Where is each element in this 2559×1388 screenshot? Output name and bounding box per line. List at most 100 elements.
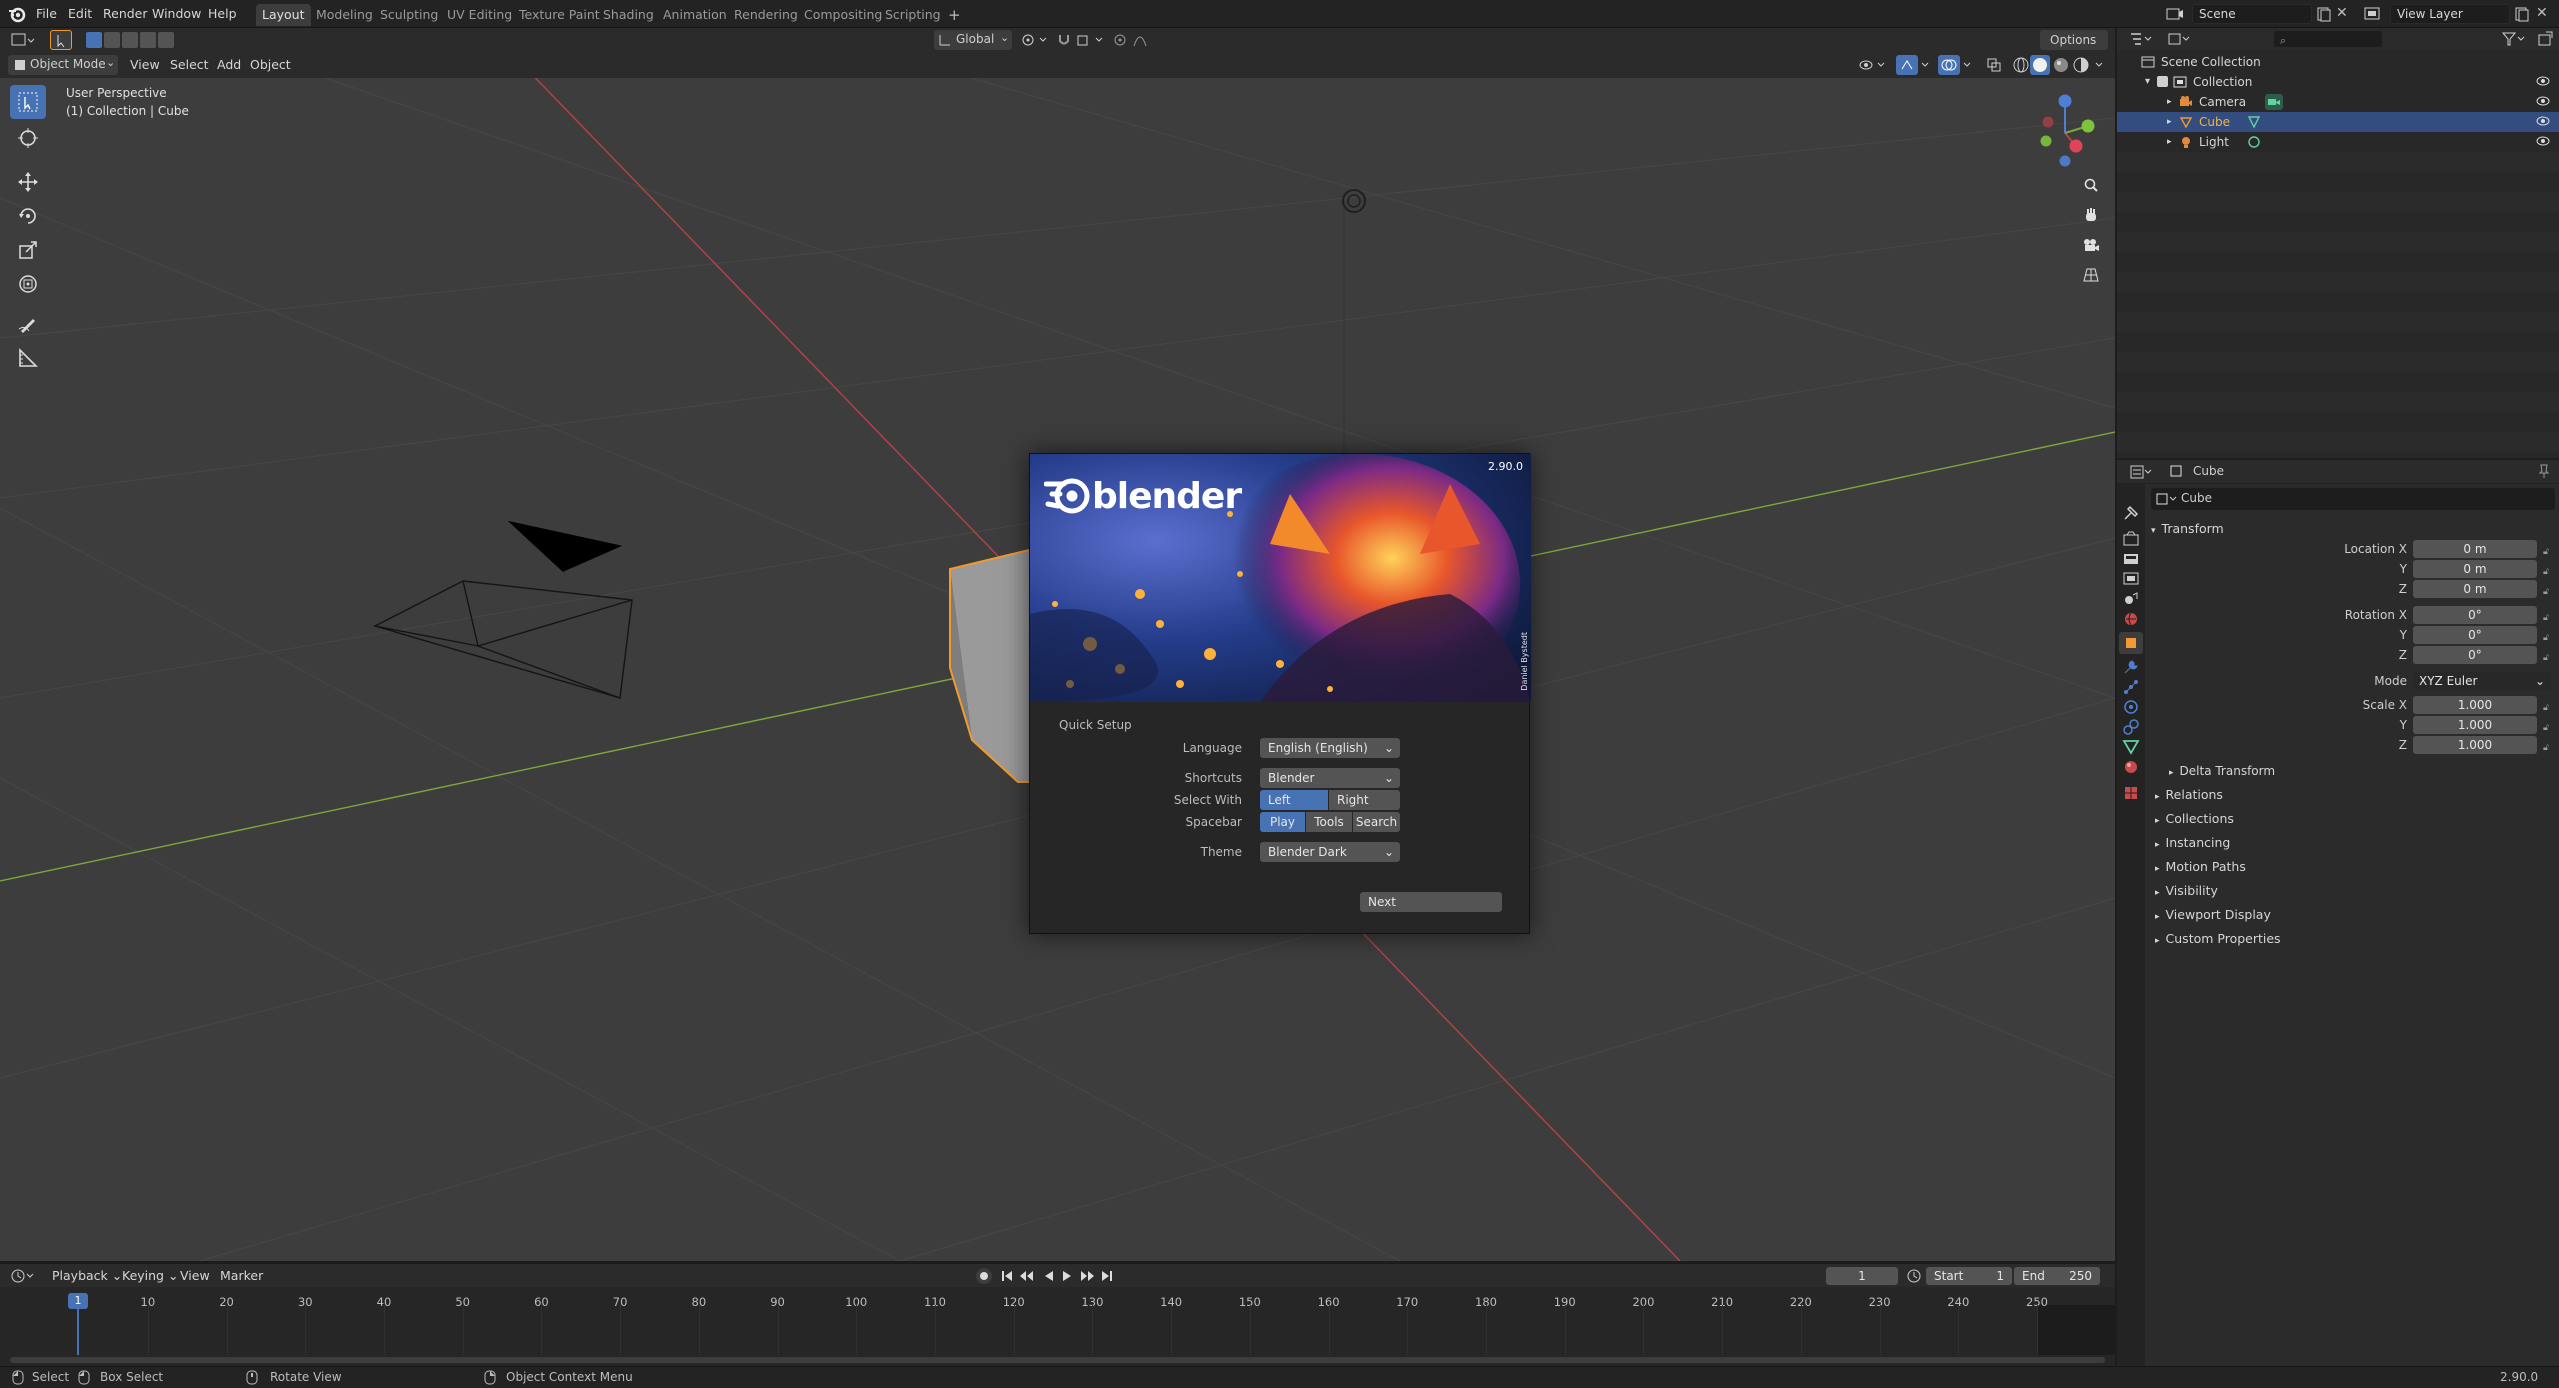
next-button[interactable]: Next (1360, 892, 1502, 912)
menu-add[interactable]: Add (213, 55, 245, 75)
menu-render[interactable]: Render (99, 4, 152, 24)
select-mode-new-icon[interactable] (86, 32, 102, 48)
menu-file[interactable]: File (32, 4, 61, 24)
delta-transform-header[interactable]: ▸ Delta Transform (2169, 760, 2275, 782)
new-collection-icon[interactable] (2537, 31, 2553, 47)
zoom-icon[interactable] (2080, 174, 2102, 196)
gizmo-toggle-icon[interactable] (1896, 55, 1918, 75)
outliner-camera[interactable]: ▸ Camera (2117, 92, 2559, 112)
output-tab-icon[interactable] (2122, 550, 2140, 568)
mesh-data-tab-icon[interactable] (2122, 738, 2140, 756)
camera-view-icon[interactable] (2080, 234, 2102, 256)
select-tool-icon[interactable] (50, 30, 72, 50)
select-with-left-button[interactable]: Left (1260, 790, 1328, 810)
rotation-y-field[interactable]: 0° (2413, 626, 2537, 644)
custom-properties-panel-header[interactable]: ▸ Custom Properties (2155, 928, 2281, 950)
view-layer-icon[interactable] (2364, 6, 2382, 22)
spacebar-tools-button[interactable]: Tools (1306, 812, 1352, 832)
z-axis-gizmo[interactable] (2058, 94, 2072, 108)
view-layer-tab-icon[interactable] (2122, 570, 2140, 588)
scene-tab-icon[interactable] (2122, 590, 2140, 608)
select-mode-extend-icon[interactable] (104, 32, 120, 48)
outliner-light[interactable]: ▸ Light (2117, 132, 2559, 152)
transform-orientation-dropdown[interactable]: Global ⌄ (934, 30, 1012, 50)
tab-layout[interactable]: Layout (256, 4, 311, 26)
texture-tab-icon[interactable] (2122, 784, 2140, 802)
scene-selector-icon[interactable] (2166, 6, 2184, 22)
spacebar-play-button[interactable]: Play (1260, 812, 1305, 832)
tab-rendering[interactable]: Rendering (728, 4, 804, 26)
rotate-tool[interactable] (10, 199, 46, 233)
shading-solid-icon[interactable] (2030, 55, 2050, 75)
location-y-field[interactable]: 0 m (2413, 560, 2537, 578)
spacebar-search-button[interactable]: Search (1353, 812, 1400, 832)
playhead-line[interactable] (77, 1305, 79, 1355)
menu-select[interactable]: Select (166, 55, 213, 75)
timeline-scrollbar[interactable] (10, 1357, 2105, 1363)
expand-arrow-icon[interactable]: ▸ (2167, 132, 2172, 152)
new-scene-icon[interactable] (2316, 6, 2332, 22)
scale-z-field[interactable]: 1.000 (2413, 736, 2537, 754)
outliner-scene-collection[interactable]: Scene Collection (2117, 52, 2559, 72)
outliner-collection[interactable]: ▾ Collection (2117, 72, 2559, 92)
checkbox-icon[interactable] (2157, 76, 2168, 87)
gizmo-dropdown-icon[interactable] (1920, 57, 1932, 73)
snap-toggle-icon[interactable] (1056, 32, 1072, 48)
shortcuts-dropdown[interactable]: Blender ⌄ (1260, 768, 1400, 788)
delete-scene-icon[interactable]: ✕ (2336, 5, 2348, 21)
menu-help[interactable]: Help (204, 4, 241, 24)
outliner-cube[interactable]: ▸ Cube (2117, 112, 2559, 132)
proportional-edit-icon[interactable] (1112, 32, 1128, 48)
outliner-editor-type-icon[interactable] (2129, 31, 2155, 47)
particles-tab-icon[interactable] (2122, 678, 2140, 696)
physics-tab-icon[interactable] (2122, 698, 2140, 716)
tool-tab-icon[interactable] (2122, 504, 2140, 522)
transform-panel-header[interactable]: ▾ Transform (2151, 518, 2555, 540)
move-tool[interactable] (10, 165, 46, 199)
outliner-search-input[interactable]: ⌕ (2273, 30, 2383, 48)
visibility-panel-header[interactable]: ▸ Visibility (2155, 880, 2218, 902)
menu-edit[interactable]: Edit (64, 4, 96, 24)
eye-icon[interactable] (2535, 133, 2551, 149)
navigation-gizmo[interactable] (2020, 86, 2104, 170)
viewport-display-panel-header[interactable]: ▸ Viewport Display (2155, 904, 2271, 926)
menu-object[interactable]: Object (246, 55, 295, 75)
location-z-field[interactable]: 0 m (2413, 580, 2537, 598)
display-mode-icon[interactable] (2167, 31, 2193, 47)
tab-modeling[interactable]: Modeling (310, 4, 379, 26)
annotate-tool[interactable] (10, 307, 46, 341)
perspective-toggle-icon[interactable] (2080, 264, 2102, 286)
overlay-toggle-icon[interactable] (1938, 55, 1960, 75)
blender-logo-icon[interactable] (8, 5, 26, 23)
expand-arrow-icon[interactable]: ▸ (2167, 92, 2172, 112)
view-layer-field[interactable]: View Layer (2390, 4, 2510, 24)
pin-icon[interactable] (2537, 463, 2551, 479)
select-mode-subtract-icon[interactable] (122, 32, 138, 48)
tab-compositing[interactable]: Compositing (798, 4, 888, 26)
overlay-dropdown-icon[interactable] (1962, 57, 1974, 73)
menu-window[interactable]: Window (148, 4, 205, 24)
motion-paths-panel-header[interactable]: ▸ Motion Paths (2155, 856, 2246, 878)
camera-object[interactable] (373, 520, 633, 699)
eye-icon[interactable] (2535, 113, 2551, 129)
rotation-mode-dropdown[interactable]: XYZ Euler ⌄ (2413, 672, 2551, 690)
rotation-z-field[interactable]: 0° (2413, 646, 2537, 664)
constraints-tab-icon[interactable] (2122, 718, 2140, 736)
shading-wireframe-icon[interactable] (2012, 56, 2030, 74)
tab-texture-paint[interactable]: Texture Paint (513, 4, 606, 26)
select-box-tool[interactable] (10, 85, 46, 119)
scene-field[interactable]: Scene (2192, 4, 2312, 24)
menu-view[interactable]: View (126, 55, 164, 75)
select-mode-intersect-icon[interactable] (158, 32, 174, 48)
relations-panel-header[interactable]: ▸ Relations (2155, 784, 2223, 806)
pivot-point-icon[interactable] (1020, 32, 1050, 48)
properties-editor-type-icon[interactable] (2129, 464, 2155, 480)
snap-element-icon[interactable] (1076, 32, 1106, 48)
language-dropdown[interactable]: English (English) ⌄ (1260, 738, 1400, 758)
tab-shading[interactable]: Shading (597, 4, 660, 26)
eye-icon[interactable] (2535, 73, 2551, 89)
world-tab-icon[interactable] (2122, 610, 2140, 628)
pan-hand-icon[interactable] (2080, 204, 2102, 226)
location-x-field[interactable]: 0 m (2413, 540, 2537, 558)
modifier-tab-icon[interactable] (2122, 658, 2140, 676)
